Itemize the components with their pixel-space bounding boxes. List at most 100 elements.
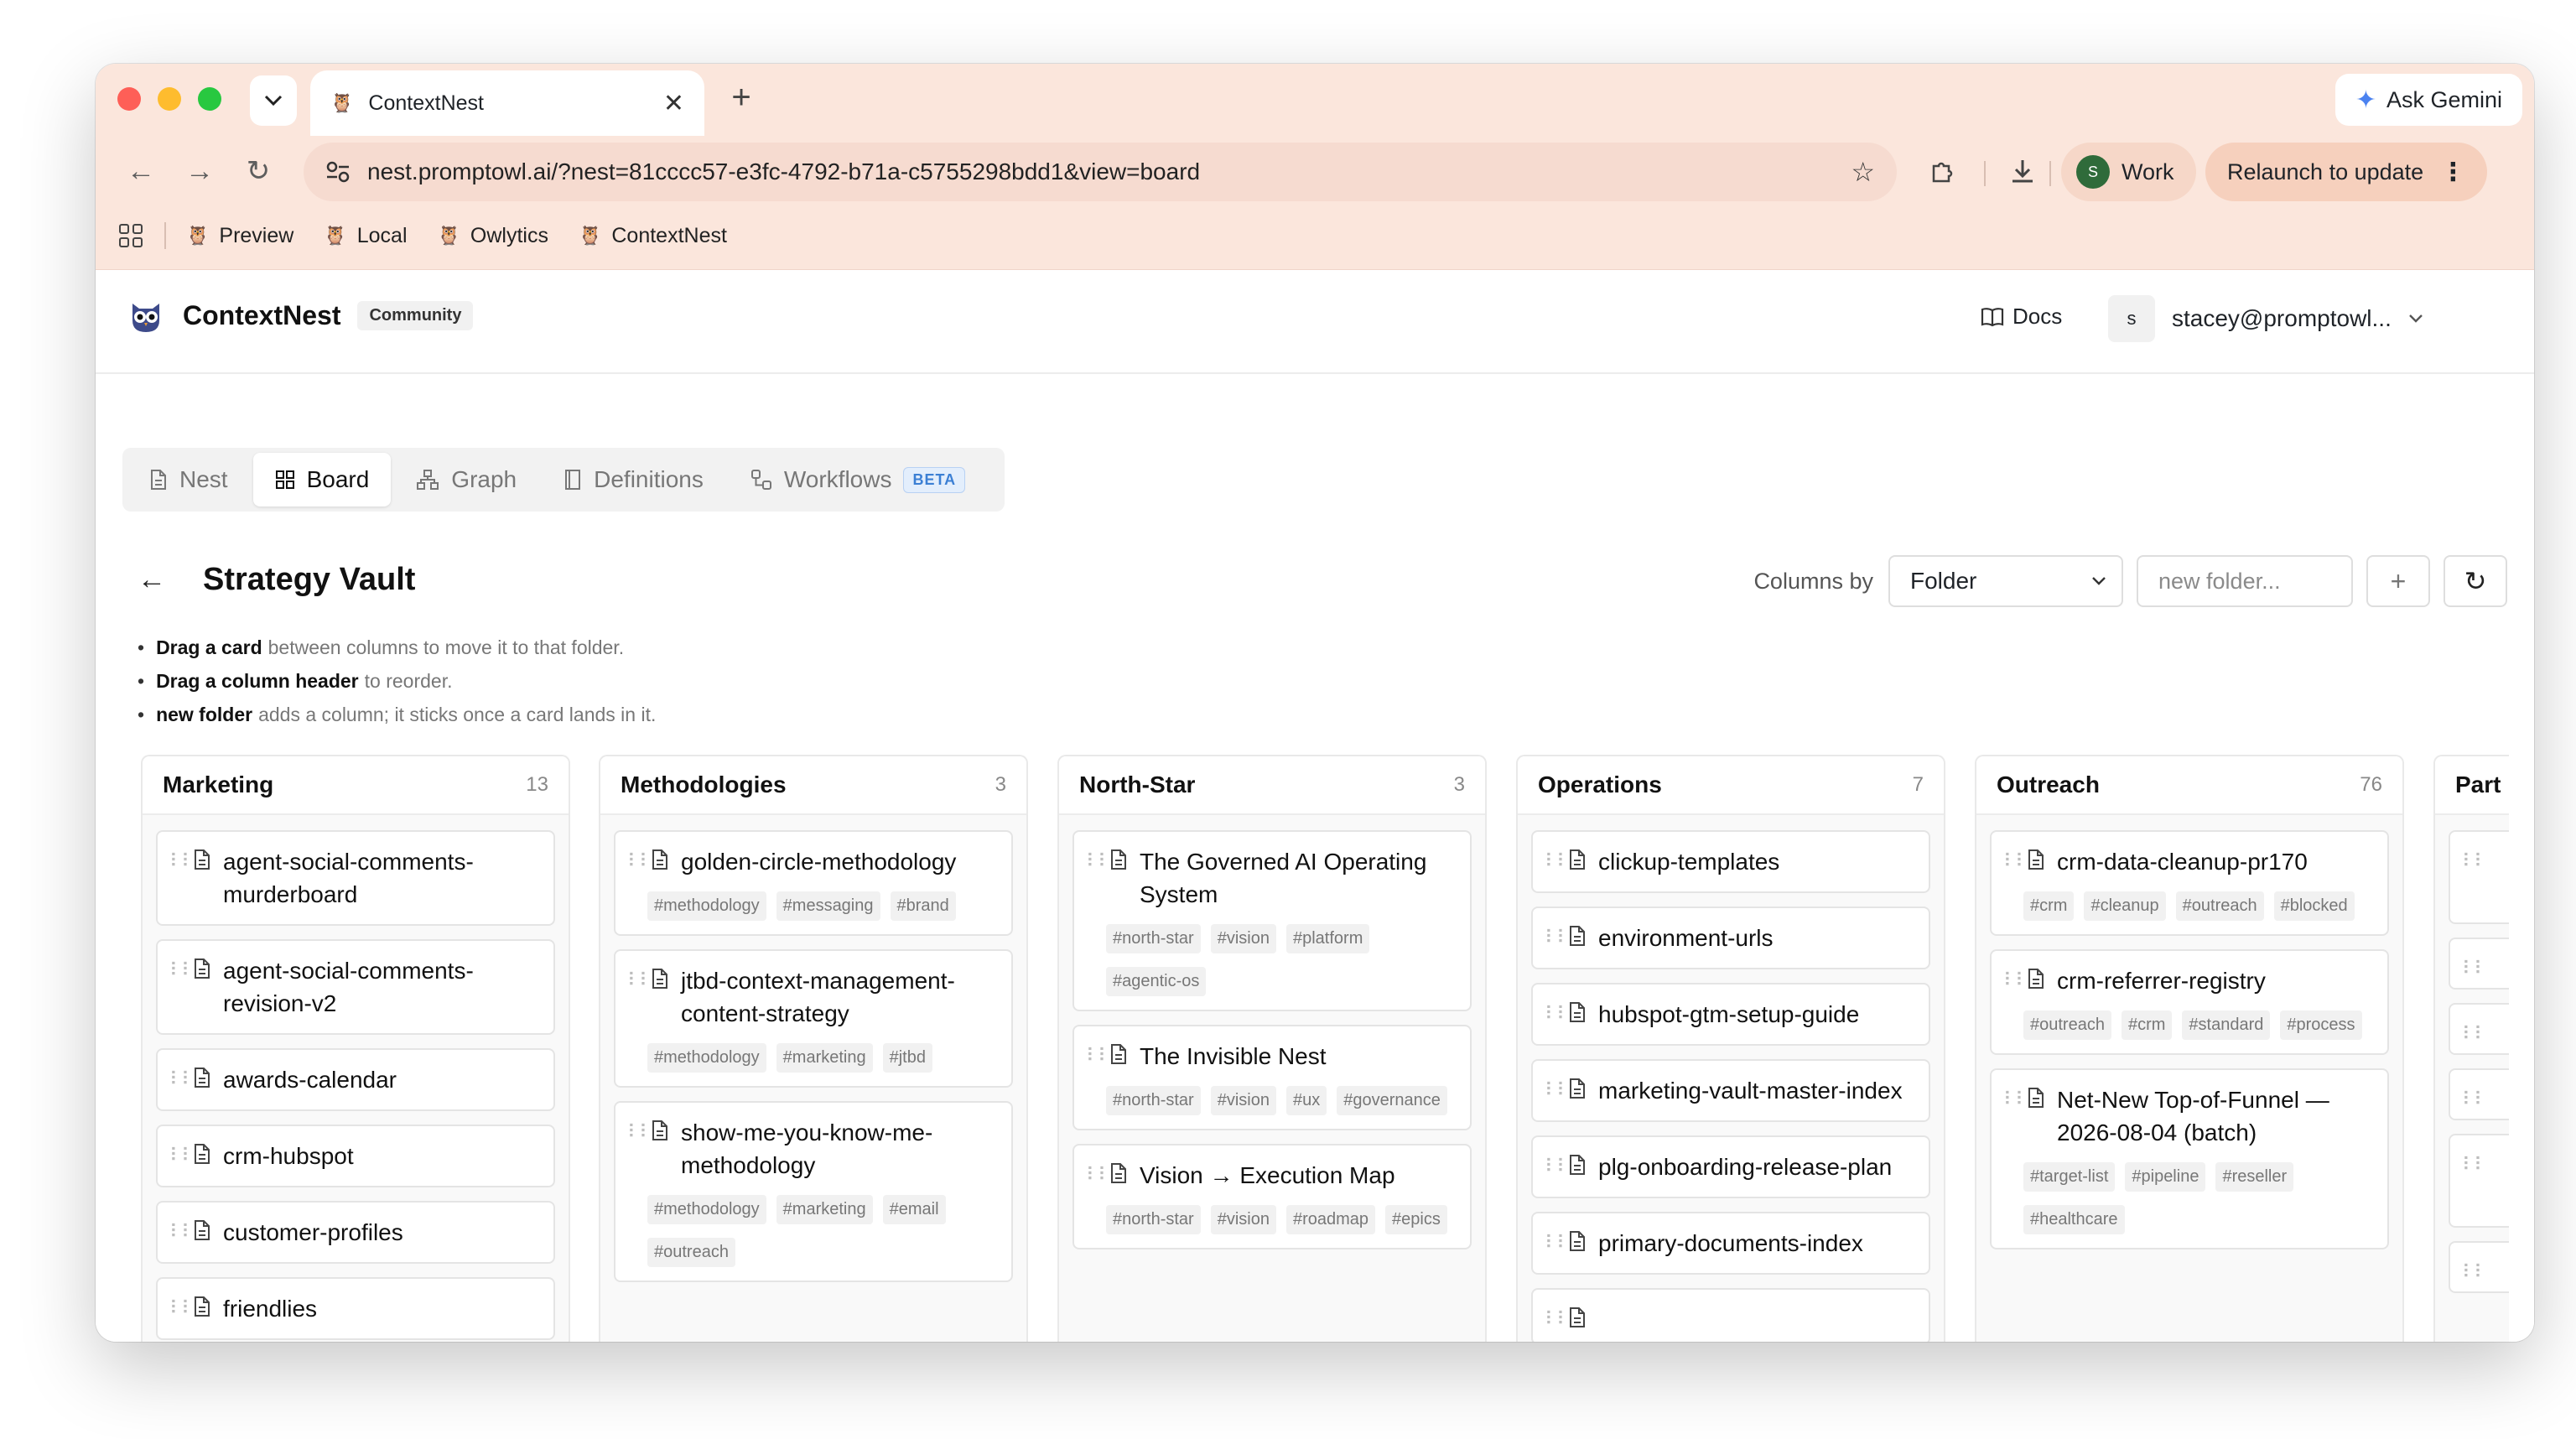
tag-chip[interactable]: #marketing [776, 1195, 873, 1224]
tag-chip[interactable]: #governance [1337, 1086, 1447, 1115]
tag-chip[interactable]: #methodology [647, 1195, 766, 1224]
tag-chip[interactable]: #cleanup [2084, 891, 2166, 921]
board-card[interactable]: ⠇⠇ The Governed AI Operating System #north… [1072, 830, 1472, 1011]
tag-chip[interactable]: #methodology [647, 891, 766, 921]
tag-chip[interactable]: #pipeline [2125, 1162, 2206, 1192]
board-card[interactable]: ⠇⠇ crm-referrer-registry #outreach #crm #sta… [1990, 949, 2389, 1055]
relaunch-update-button[interactable]: Relaunch to update ⋮ [2205, 143, 2488, 201]
drag-handle-icon[interactable]: ⠇⠇ [2462, 1256, 2487, 1282]
board-column[interactable]: Operations 7 ⠇⠇ clickup-templates ⠇⠇ environm… [1516, 755, 1945, 1342]
drag-handle-icon[interactable]: ⠇⠇ [2462, 953, 2487, 979]
column-header[interactable]: North-Star 3 [1059, 756, 1485, 815]
drag-handle-icon[interactable]: ⠇⠇ [1545, 845, 1570, 878]
drag-handle-icon[interactable]: ⠇⠇ [169, 1140, 195, 1172]
tag-chip[interactable]: #agentic-os [1106, 967, 1207, 996]
tag-chip[interactable]: #target-list [2023, 1162, 2116, 1192]
drag-handle-icon[interactable]: ⠇⠇ [2003, 845, 2028, 921]
tag-chip[interactable]: #roadmap [1285, 1205, 1376, 1234]
tag-chip[interactable]: #messaging [776, 891, 880, 921]
tag-chip[interactable]: #north-star [1106, 924, 1201, 953]
new-folder-input[interactable]: new folder... [2137, 555, 2353, 607]
tag-chip[interactable]: #blocked [2273, 891, 2355, 921]
column-header[interactable]: Methodologies 3 [600, 756, 1026, 815]
docs-link[interactable]: Docs [1981, 304, 2062, 330]
board-card[interactable]: ⠇⠇ awards-calendar [156, 1048, 555, 1111]
tag-chip[interactable]: #methodology [647, 1043, 766, 1073]
board-card[interactable]: ⠇⠇ hubspot-gtm-setup-guide [1531, 983, 1930, 1046]
drag-handle-icon[interactable]: ⠇⠇ [1545, 922, 1570, 954]
back-arrow-icon[interactable]: ← [138, 564, 166, 596]
board-card[interactable]: ⠇⠇ [2449, 938, 2509, 990]
reload-button[interactable]: ↻ [235, 148, 282, 195]
board-card[interactable]: ⠇⠇ plg-onboarding-release-plan [1531, 1135, 1930, 1198]
drag-handle-icon[interactable]: ⠇⠇ [169, 954, 195, 1020]
back-button[interactable]: ← [117, 148, 164, 195]
drag-handle-icon[interactable]: ⠇⠇ [1545, 1151, 1570, 1183]
tab-search-button[interactable] [250, 75, 297, 126]
tag-chip[interactable]: #reseller [2215, 1162, 2294, 1192]
profile-button[interactable]: S Work [2061, 143, 2196, 201]
board-card[interactable]: ⠇⠇ primary-documents-index [1531, 1212, 1930, 1275]
tag-chip[interactable]: #crm [2121, 1010, 2173, 1040]
board-card[interactable]: ⠇⠇ environment-urls [1531, 907, 1930, 969]
drag-handle-icon[interactable]: ⠇⠇ [2462, 1149, 2487, 1213]
drag-handle-icon[interactable]: ⠇⠇ [2462, 845, 2487, 909]
board-column[interactable]: Part ⠇⠇ ⠇⠇ ⠇⠇ ⠇⠇ ⠇⠇ ⠇⠇ [2433, 755, 2509, 1342]
drag-handle-icon[interactable]: ⠇⠇ [627, 845, 652, 921]
tag-chip[interactable]: #process [2280, 1010, 2362, 1040]
extensions-icon[interactable] [1919, 148, 1966, 195]
drag-handle-icon[interactable]: ⠇⠇ [1086, 1159, 1111, 1234]
board-card[interactable]: ⠇⠇ [2449, 1003, 2509, 1055]
close-tab-icon[interactable]: ✕ [663, 89, 684, 118]
bookmark-preview[interactable]: 🦉 Preview [186, 224, 293, 248]
board-card[interactable]: ⠇⠇ agent-social-comments-murderboard [156, 830, 555, 926]
board-card[interactable]: ⠇⠇ [2449, 1134, 2509, 1228]
board-column[interactable]: Marketing 13 ⠇⠇ agent-social-comments-murde… [141, 755, 570, 1342]
tag-chip[interactable]: #vision [1210, 1205, 1276, 1234]
tag-chip[interactable]: #marketing [776, 1043, 873, 1073]
tab-definitions[interactable]: Definitions [542, 453, 725, 507]
bookmark-star-icon[interactable]: ☆ [1851, 156, 1875, 188]
board-card[interactable]: ⠇⠇ show-me-you-know-me-methodology #method… [614, 1101, 1013, 1282]
bookmark-local[interactable]: 🦉 Local [324, 224, 407, 248]
tag-chip[interactable]: #epics [1385, 1205, 1447, 1234]
more-menu-icon[interactable]: ⋮ [2440, 158, 2465, 187]
board-card[interactable]: ⠇⠇ The Invisible Nest #north-star #vision #u… [1072, 1025, 1472, 1130]
tag-chip[interactable]: #outreach [2023, 1010, 2111, 1040]
forward-button[interactable]: → [176, 148, 223, 195]
tag-chip[interactable]: #crm [2023, 891, 2075, 921]
tag-chip[interactable]: #vision [1210, 1086, 1276, 1115]
tag-chip[interactable]: #vision [1210, 924, 1276, 953]
download-icon[interactable] [1999, 148, 2046, 195]
drag-handle-icon[interactable]: ⠇⠇ [169, 845, 195, 911]
tag-chip[interactable]: #brand [890, 891, 956, 921]
tag-chip[interactable]: #north-star [1106, 1205, 1201, 1234]
tag-chip[interactable]: #jtbd [882, 1043, 932, 1073]
tag-chip[interactable]: #outreach [647, 1238, 735, 1267]
tag-chip[interactable]: #email [882, 1195, 946, 1224]
board-card[interactable]: ⠇⠇ jtbd-context-management-content-strate… [614, 949, 1013, 1088]
board-card[interactable]: ⠇⠇ [2449, 1068, 2509, 1120]
drag-handle-icon[interactable]: ⠇⠇ [1545, 1303, 1570, 1330]
drag-handle-icon[interactable]: ⠇⠇ [2003, 1083, 2028, 1234]
board-column[interactable]: Outreach 76 ⠇⠇ crm-data-cleanup-pr170 #crm #c… [1975, 755, 2404, 1342]
user-menu[interactable]: s stacey@promptowl... [2108, 295, 2423, 342]
column-header[interactable]: Operations 7 [1518, 756, 1944, 815]
board-card[interactable]: ⠇⠇ crm-data-cleanup-pr170 #crm #cleanup #out… [1990, 830, 2389, 936]
address-bar[interactable]: nest.promptowl.ai/?nest=81cccc57-e3fc-47… [304, 143, 1897, 201]
bookmark-contextnest[interactable]: 🦉 ContextNest [579, 224, 727, 248]
maximize-window-button[interactable] [198, 87, 221, 111]
drag-handle-icon[interactable]: ⠇⠇ [1086, 845, 1111, 996]
drag-handle-icon[interactable]: ⠇⠇ [1545, 1074, 1570, 1107]
browser-tab[interactable]: 🦉 ContextNest ✕ [310, 70, 704, 136]
tab-nest[interactable]: Nest [127, 453, 250, 507]
new-tab-button[interactable]: + [718, 79, 765, 117]
board-card[interactable]: ⠇⠇ crm-hubspot [156, 1125, 555, 1187]
close-window-button[interactable] [117, 87, 141, 111]
drag-handle-icon[interactable]: ⠇⠇ [169, 1216, 195, 1249]
drag-handle-icon[interactable]: ⠇⠇ [627, 964, 652, 1073]
drag-handle-icon[interactable]: ⠇⠇ [2462, 1018, 2487, 1044]
tab-board[interactable]: Board [252, 453, 392, 507]
drag-handle-icon[interactable]: ⠇⠇ [1545, 1227, 1570, 1260]
board-card[interactable]: ⠇⠇ Net-New Top-of-Funnel — 2026-08-04 (ba… [1990, 1068, 2389, 1249]
